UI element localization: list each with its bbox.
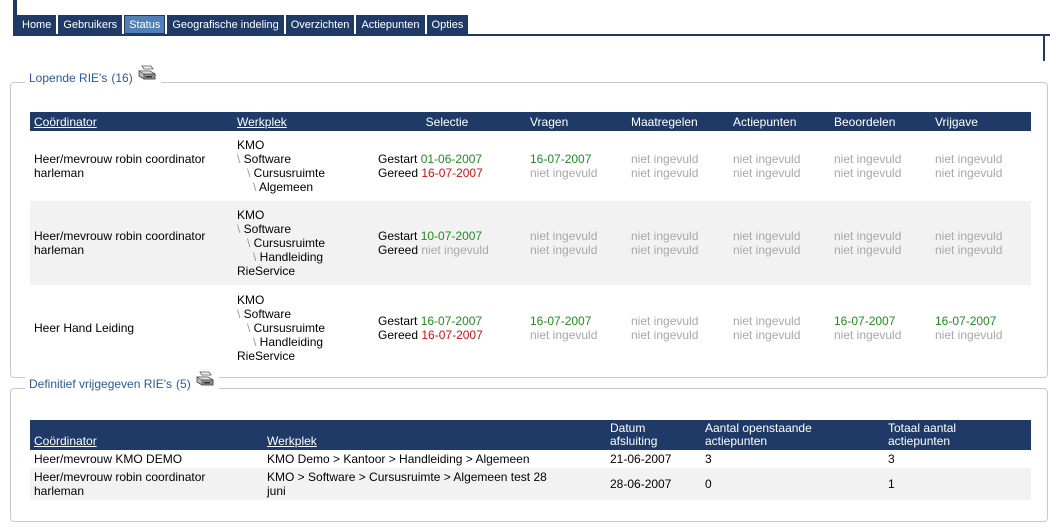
totaal-cell: 3 bbox=[884, 450, 1031, 468]
actiepunten-cell: niet ingevuld niet ingevuld bbox=[729, 285, 830, 371]
tab-status[interactable]: Status bbox=[124, 15, 166, 34]
tab-overzichten[interactable]: Overzichten bbox=[285, 15, 355, 34]
selectie-cell: Gestart 16-07-2007 Gereed 16-07-2007 bbox=[368, 285, 526, 371]
maatregelen-cell: niet ingevuld niet ingevuld bbox=[627, 201, 729, 285]
header-coordinator[interactable]: Coördinator bbox=[30, 112, 233, 131]
werkplek-cell: KMO \ Software \ Cursusruimte \ Handleid… bbox=[233, 201, 368, 285]
maatregelen-cell: niet ingevuld niet ingevuld bbox=[627, 131, 729, 201]
beoordelen-cell: 16-07-2007 niet ingevuld bbox=[830, 285, 931, 371]
werkplek-cell: KMO Demo > Kantoor > Handleiding > Algem… bbox=[263, 450, 606, 468]
definitief-ries-table: Coördinator Werkplek Datum afsluiting Aa… bbox=[30, 420, 1031, 500]
header-totaal-aantal: Totaal aantal actiepunten bbox=[884, 420, 1031, 450]
coordinator-cell: Heer/mevrouw robin coordinator harleman bbox=[30, 201, 233, 285]
header-actiepunten: Actiepunten bbox=[729, 112, 830, 131]
header-vragen: Vragen bbox=[526, 112, 627, 131]
maatregelen-cell: niet ingevuld niet ingevuld bbox=[627, 285, 729, 371]
header-vrijgave: Vrijgave bbox=[931, 112, 1031, 131]
lopende-ries-table: Coördinator Werkplek Selectie Vragen Maa… bbox=[30, 112, 1031, 371]
tab-actiepunten[interactable]: Actiepunten bbox=[356, 15, 425, 34]
werkplek-cell: KMO \ Software \ Cursusruimte \ Handleid… bbox=[233, 285, 368, 371]
printer-icon[interactable] bbox=[195, 371, 215, 389]
header-datum-afsluiting: Datum afsluiting bbox=[606, 420, 701, 450]
actiepunten-cell: niet ingevuld niet ingevuld bbox=[729, 131, 830, 201]
werkplek-cell: KMO > Software > Cursusruimte > Algemeen… bbox=[263, 468, 606, 500]
tab-opties[interactable]: Opties bbox=[426, 15, 469, 34]
table-row[interactable]: Heer/mevrouw robin coordinator harleman … bbox=[30, 468, 1031, 500]
werkplek-cell: KMO \ Software \ Cursusruimte \ Algemeen bbox=[233, 131, 368, 201]
selectie-cell: Gestart 01-06-2007 Gereed 16-07-2007 bbox=[368, 131, 526, 201]
lopende-ries-count: (16) bbox=[111, 71, 133, 85]
table-row[interactable]: Heer/mevrouw robin coordinator harleman … bbox=[30, 201, 1031, 285]
table-row[interactable]: Heer/mevrouw robin coordinator harleman … bbox=[30, 131, 1031, 201]
coordinator-cell: Heer/mevrouw KMO DEMO bbox=[30, 450, 263, 468]
tab-gebruikers[interactable]: Gebruikers bbox=[58, 15, 123, 34]
definitief-ries-count: (5) bbox=[176, 377, 191, 391]
table-header-row: Coördinator Werkplek Selectie Vragen Maa… bbox=[30, 112, 1031, 131]
header-beoordelen: Beoordelen bbox=[830, 112, 931, 131]
beoordelen-cell: niet ingevuld niet ingevuld bbox=[830, 201, 931, 285]
header-werkplek[interactable]: Werkplek bbox=[263, 420, 606, 450]
aantal-cell: 0 bbox=[701, 468, 884, 500]
tab-bar-underline bbox=[17, 34, 1050, 36]
vragen-cell: 16-07-2007 niet ingevuld bbox=[526, 285, 627, 371]
vragen-cell: 16-07-2007 niet ingevuld bbox=[526, 131, 627, 201]
vrijgave-cell: niet ingevuld niet ingevuld bbox=[931, 131, 1031, 201]
coordinator-cell: Heer/mevrouw robin coordinator harleman bbox=[30, 131, 233, 201]
header-coordinator[interactable]: Coördinator bbox=[30, 420, 263, 450]
totaal-cell: 1 bbox=[884, 468, 1031, 500]
definitief-ries-title: Definitief vrijgegeven RIE's bbox=[29, 377, 173, 391]
vrijgave-cell: niet ingevuld niet ingevuld bbox=[931, 201, 1031, 285]
datum-cell: 28-06-2007 bbox=[606, 468, 701, 500]
table-row[interactable]: Heer/mevrouw KMO DEMO KMO Demo > Kantoor… bbox=[30, 450, 1031, 468]
table-header-row: Coördinator Werkplek Datum afsluiting Aa… bbox=[30, 420, 1031, 450]
definitief-ries-legend: Definitief vrijgegeven RIE's (5) bbox=[25, 371, 219, 393]
header-werkplek[interactable]: Werkplek bbox=[233, 112, 368, 131]
selectie-cell: Gestart 10-07-2007 Gereed niet ingevuld bbox=[368, 201, 526, 285]
actiepunten-cell: niet ingevuld niet ingevuld bbox=[729, 201, 830, 285]
coordinator-cell: Heer Hand Leiding bbox=[30, 285, 233, 371]
lopende-ries-title: Lopende RIE's bbox=[29, 71, 108, 85]
table-row[interactable]: Heer Hand Leiding KMO \ Software \ Cursu… bbox=[30, 285, 1031, 371]
tab-geografische-indeling[interactable]: Geografische indeling bbox=[167, 15, 284, 34]
coordinator-cell: Heer/mevrouw robin coordinator harleman bbox=[30, 468, 263, 500]
header-aantal-openstaande: Aantal openstaande actiepunten bbox=[701, 420, 884, 450]
lopende-ries-legend: Lopende RIE's (16) bbox=[25, 65, 161, 87]
beoordelen-cell: niet ingevuld niet ingevuld bbox=[830, 131, 931, 201]
nav-right-border bbox=[1043, 36, 1045, 61]
vragen-cell: niet ingevuld niet ingevuld bbox=[526, 201, 627, 285]
datum-cell: 21-06-2007 bbox=[606, 450, 701, 468]
main-tab-bar: Home Gebruikers Status Geografische inde… bbox=[17, 15, 469, 36]
tab-home[interactable]: Home bbox=[17, 15, 57, 34]
header-selectie: Selectie bbox=[368, 112, 526, 131]
header-maatregelen: Maatregelen bbox=[627, 112, 729, 131]
printer-icon[interactable] bbox=[137, 65, 157, 83]
aantal-cell: 3 bbox=[701, 450, 884, 468]
vrijgave-cell: 16-07-2007 niet ingevuld bbox=[931, 285, 1031, 371]
